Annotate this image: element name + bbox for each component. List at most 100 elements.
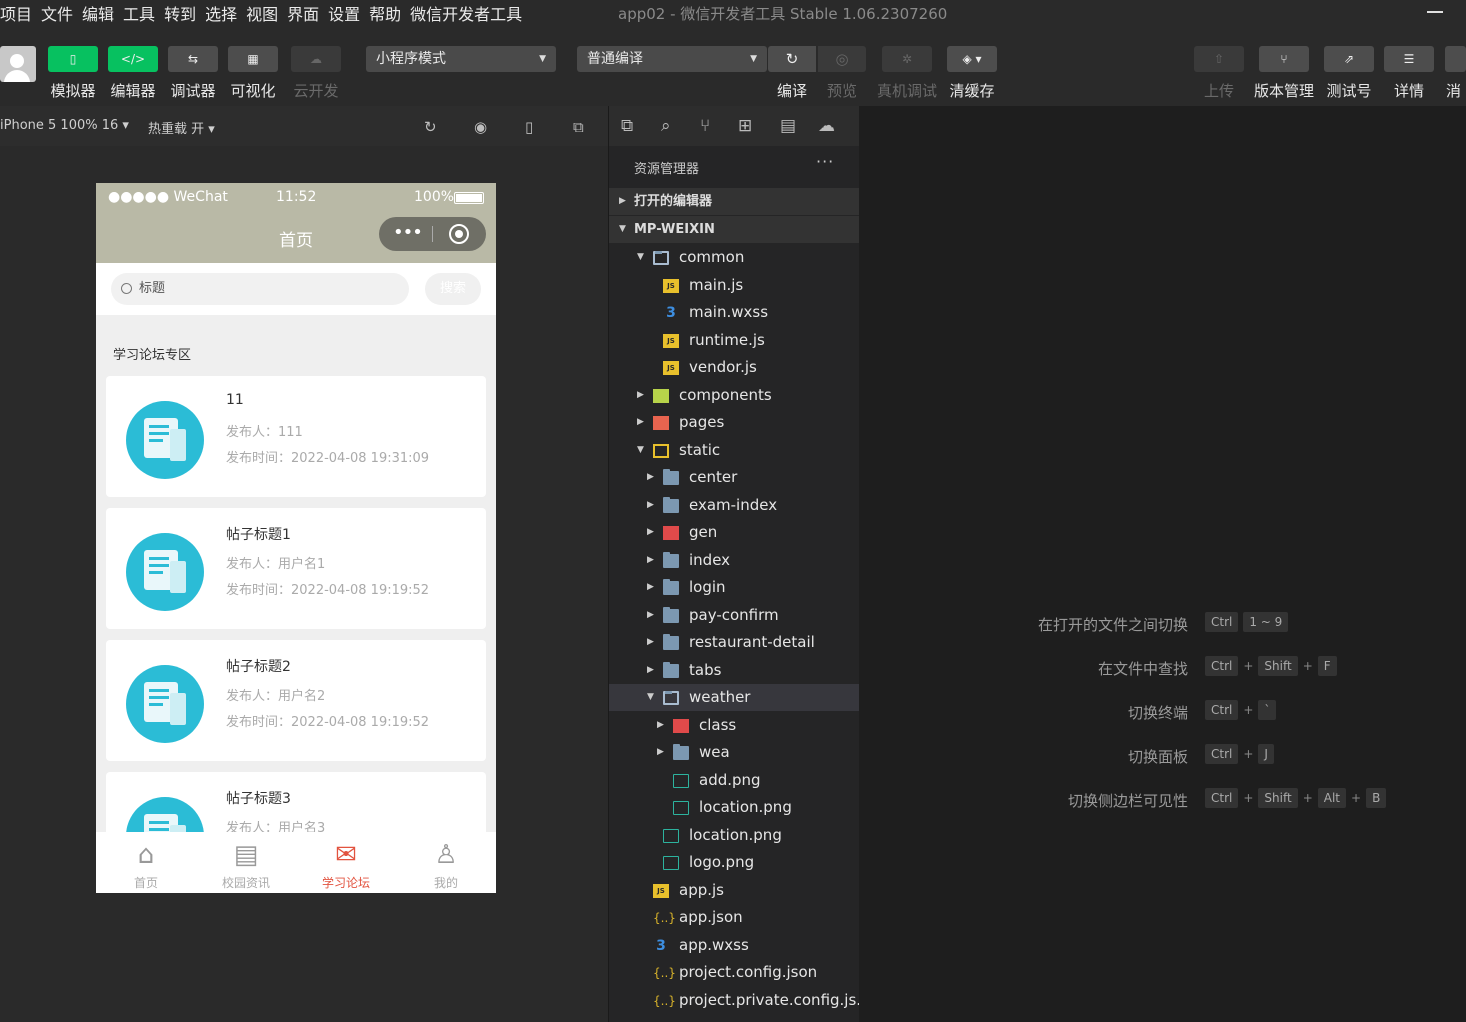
tree-item[interactable]: ▶ restaurant-detail [609,629,859,656]
key: ` [1258,700,1277,720]
device-select[interactable]: iPhone 5 100% 16 ▾ [0,118,129,133]
tab-forum[interactable]: ✉ 学习论坛 [296,832,396,893]
upload-label: 上传 [1203,82,1234,100]
tree-item[interactable]: {..} app.json [609,904,859,931]
tree-item[interactable]: ▶ center [609,464,859,491]
menu-item[interactable]: 项目 [0,1,38,25]
tree-item[interactable]: location.png [609,822,859,849]
storage-icon[interactable]: ▤ [780,116,796,136]
tree-item[interactable]: ▶ pay-confirm [609,602,859,629]
search-icon[interactable]: ⌕ [661,116,671,136]
upload-button[interactable]: ⇧ [1194,46,1244,72]
tab-user[interactable]: ♙ 我的 [396,832,496,893]
chevron-right-icon: ▶ [647,609,654,620]
version-button[interactable]: ⑂ [1259,46,1309,72]
tree-item[interactable]: JS main.js [609,272,859,299]
visual-button[interactable]: ▦ [228,46,278,72]
minimize-icon[interactable] [1427,11,1443,13]
tree-item[interactable]: {..} project.private.config.js... [609,987,871,1014]
tree-item[interactable]: ▼ static [609,437,859,464]
tree-item[interactable]: logo.png [609,849,859,876]
doc-line [149,689,169,692]
open-editors-section[interactable]: ▶ 打开的编辑器 [609,188,859,215]
key: J [1258,744,1274,764]
menu-item[interactable]: 微信开发者工具 [407,1,528,25]
preview-button[interactable]: ◎ [818,46,866,72]
tree-item[interactable]: ▶ components [609,382,859,409]
tree-item[interactable]: ▶ class [609,712,859,739]
extensions-icon[interactable]: ⊞ [738,116,752,136]
tree-item[interactable]: 3 app.wxss [609,932,859,959]
compile-button[interactable]: ↻ [768,46,816,72]
tree-item[interactable]: ▶ index [609,547,859,574]
post-title: 帖子标题2 [226,659,291,675]
window-icon[interactable]: ⧉ [573,118,584,136]
forum-icon: ✉ [335,840,357,870]
menu-item[interactable]: 转到 [161,1,202,25]
simulator-button[interactable]: ▯ [48,46,98,72]
menu-item[interactable]: 帮助 [366,1,407,25]
tree-item[interactable]: 3 main.wxss [609,299,859,326]
menu-item[interactable]: 设置 [325,1,366,25]
plus-sign: + [1243,659,1254,673]
clear-cache-label: 清缓存 [949,82,995,100]
tree-item-label: location.png [689,825,782,844]
tree-item[interactable]: JS runtime.js [609,327,859,354]
message-button[interactable] [1445,46,1466,72]
git-icon[interactable]: ⑂ [700,116,710,136]
test-account-button[interactable]: ⇗ [1324,46,1374,72]
tree-item[interactable]: JS app.js [609,877,859,904]
editor-button[interactable]: </> [108,46,158,72]
toolbar: ▯ 模拟器 </> 编辑器 ⇆ 调试器 ▦ 可视化 ☁ 云开发 小程序模式 ▼ … [0,26,1466,106]
search-icon [121,283,132,294]
menu-item[interactable]: 工具 [120,1,161,25]
shortcut-row: 在打开的文件之间切换 Ctrl 1 ~ 9 [859,612,1466,636]
rotate-icon[interactable]: ↻ [424,118,437,136]
post-card[interactable]: 11 发布人：111 发布时间：2022-04-08 19:31:09 [106,376,486,497]
tree-item-label: project.config.json [679,963,818,981]
clear-cache-button[interactable]: ◈ ▾ [947,46,997,72]
tree-item[interactable]: ▶ gen [609,519,859,546]
key: F [1317,656,1337,676]
tree-item[interactable]: ▼ common [609,244,859,271]
more-icon[interactable]: ••• [393,222,423,243]
avatar[interactable] [0,46,36,82]
post-card[interactable]: 帖子标题1 发布人：用户名1 发布时间：2022-04-08 19:19:52 [106,508,486,629]
search-input[interactable]: 标题 [111,273,409,305]
compile-select[interactable]: 普通编译 ▼ [577,46,767,72]
menu-item[interactable]: 编辑 [79,1,120,25]
post-card[interactable]: 帖子标题2 发布人：用户名2 发布时间：2022-04-08 19:19:52 [106,640,486,761]
tree-item[interactable]: ▶ wea [609,739,859,766]
debugger-button[interactable]: ⇆ [168,46,218,72]
tree-item[interactable]: ▶ exam-index [609,492,859,519]
tree-item[interactable]: {..} project.config.json [609,959,859,986]
cloud-button[interactable]: ☁ [291,46,341,72]
stop-icon[interactable]: ◉ [474,118,487,136]
menu-item[interactable]: 选择 [202,1,243,25]
tree-item[interactable]: ▶ tabs [609,657,859,684]
project-section[interactable]: ▼ MP-WEIXIN [609,216,859,243]
tree-item[interactable]: ▼ weather [609,684,859,711]
mode-select[interactable]: 小程序模式 ▼ [366,46,556,72]
menu-item[interactable]: 文件 [38,1,79,25]
details-button[interactable]: ☰ [1384,46,1434,72]
menu-item[interactable]: 视图 [243,1,284,25]
capsule-menu[interactable]: ••• [379,217,486,251]
docker-icon[interactable]: ☁ [818,116,835,136]
menu-item[interactable]: 界面 [284,1,325,25]
files-icon[interactable]: ⧉ [621,116,633,136]
device-icon[interactable]: ▯ [525,118,533,136]
tree-item[interactable]: JS vendor.js [609,354,859,381]
tree-item[interactable]: add.png [609,767,859,794]
remote-debug-button[interactable]: ✲ [882,46,932,72]
close-target-icon[interactable] [449,224,469,244]
tab-home[interactable]: ⌂ 首页 [96,832,196,893]
tab-news[interactable]: ▤ 校园资讯 [196,832,296,893]
search-button[interactable]: 搜索 [425,273,481,305]
tree-item[interactable]: ▶ pages [609,409,859,436]
hot-reload-select[interactable]: 热重载 开 ▾ [148,118,215,137]
bug-icon: ✲ [901,52,913,66]
tree-item[interactable]: ▶ login [609,574,859,601]
tree-item[interactable]: location.png [609,794,859,821]
more-icon[interactable]: ··· [816,152,834,171]
